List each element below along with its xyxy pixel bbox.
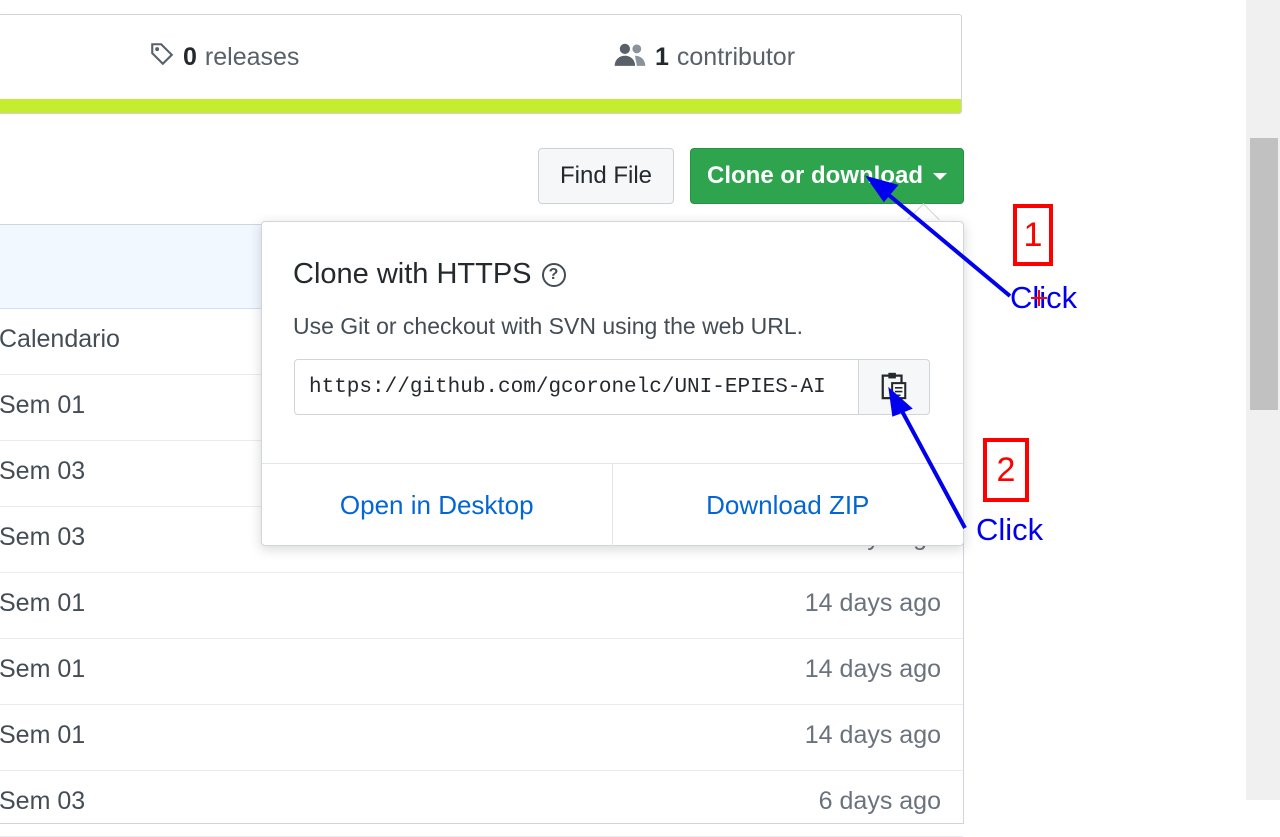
annotation-arrow-1: [865, 175, 1012, 298]
annotation-arrow-2: [888, 386, 967, 529]
annotation-arrows: [865, 175, 1047, 529]
